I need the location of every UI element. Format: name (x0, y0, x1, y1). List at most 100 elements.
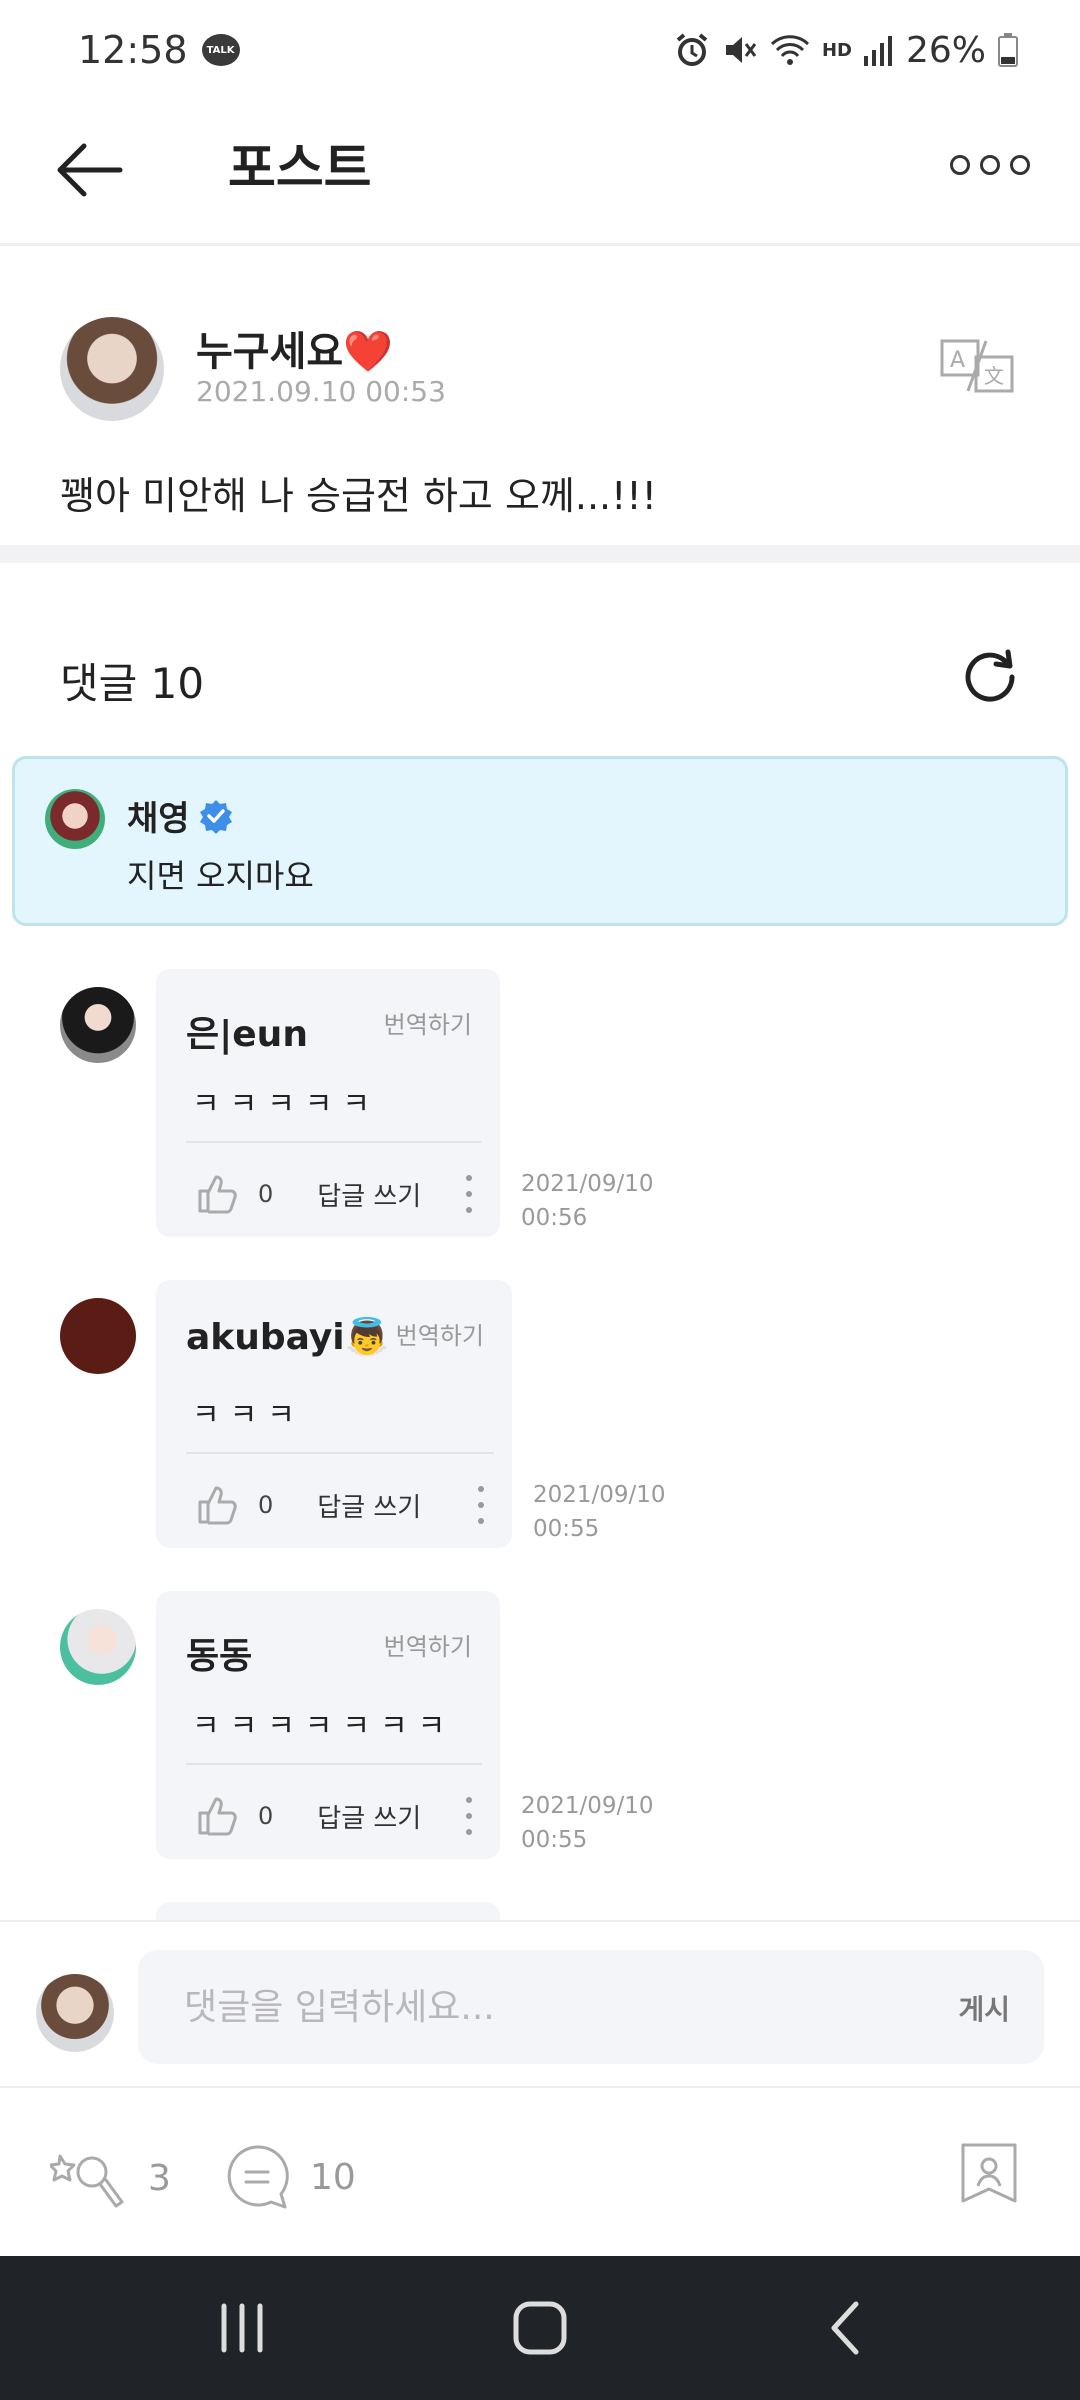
translate-link[interactable]: 번역하기 (396, 1316, 484, 1351)
more-dot-icon (950, 155, 970, 175)
kebab-dot-icon (478, 1518, 484, 1524)
bookmark-icon[interactable] (960, 2142, 1018, 2204)
reply-button[interactable]: 답글 쓰기 (317, 1798, 421, 1835)
battery-percent: 26% (905, 29, 986, 71)
comment-item: 은|eun 번역하기 ㅋㅋㅋㅋㅋ 0 답글 쓰기 2021/09/10 00:5… (0, 969, 1080, 1239)
translate-link[interactable]: 번역하기 (384, 1627, 472, 1662)
comment-date: 2021/09/10 (521, 1793, 654, 1819)
comment-count: 10 (310, 2156, 356, 2198)
comment-menu-button[interactable] (466, 1175, 474, 1213)
commenter-avatar[interactable] (60, 1298, 136, 1374)
wifi-icon (770, 35, 810, 65)
pinned-author-name: 채영 (127, 799, 190, 839)
reply-button[interactable]: 답글 쓰기 (317, 1487, 421, 1524)
kebab-dot-icon (466, 1797, 472, 1803)
comment-bubble-icon (227, 2145, 289, 2209)
comment-divider (186, 1452, 494, 1454)
back-arrow-icon (57, 143, 123, 197)
page-title: 포스트 (228, 139, 372, 199)
kebab-dot-icon (478, 1486, 484, 1492)
comment-bubble: 동동 번역하기 ㅋㅋㅋㅋㅋㅋㅋ 0 답글 쓰기 (156, 1591, 500, 1859)
hd-voice-indicator: HD (821, 39, 852, 61)
comment-timestamp: 2021/09/10 00:55 (521, 1789, 654, 1857)
status-time: 12:58 (78, 28, 188, 72)
cheer-count: 3 (148, 2157, 171, 2199)
cheer-lightstick-icon (50, 2154, 124, 2208)
kebab-dot-icon (466, 1829, 472, 1835)
post-author-name[interactable]: 누구세요❤️ (196, 319, 393, 377)
back-button[interactable] (50, 130, 130, 210)
system-back-icon[interactable] (814, 2296, 878, 2360)
comment-count-button[interactable]: 10 (222, 2142, 356, 2212)
comment-timestamp: 2021/09/10 00:56 (521, 1167, 654, 1235)
comment-date: 2021/09/10 (521, 1171, 654, 1197)
like-thumb-icon[interactable] (196, 1795, 238, 1837)
kebab-dot-icon (466, 1813, 472, 1819)
kakaotalk-notification-icon: TALK (201, 34, 240, 66)
comment-divider (186, 1763, 482, 1765)
comment-divider (186, 1141, 482, 1143)
commenter-avatar[interactable] (60, 987, 136, 1063)
like-count: 0 (258, 1802, 274, 1830)
like-count: 0 (258, 1180, 274, 1208)
pinned-comment-text: 지면 오지마요 (127, 857, 314, 895)
comment-menu-button[interactable] (478, 1486, 486, 1524)
more-dot-icon (980, 155, 1000, 175)
more-dot-icon (1010, 155, 1030, 175)
comment-item: 동동 번역하기 ㅋㅋㅋㅋㅋㅋㅋ 0 답글 쓰기 2021/09/10 00:55 (0, 1591, 1080, 1861)
cheer-button[interactable]: 3 (50, 2142, 171, 2214)
author-avatar[interactable] (60, 317, 164, 421)
comment-time: 00:55 (521, 1827, 588, 1853)
battery-icon (998, 33, 1018, 67)
comment-bubble-partial (156, 1902, 500, 1920)
commenter-name[interactable]: 동동 (186, 1627, 252, 1679)
kebab-dot-icon (466, 1207, 472, 1213)
section-divider (0, 545, 1080, 563)
svg-text:文: 文 (984, 364, 1004, 388)
post-action-bar: 3 10 (0, 2090, 1080, 2256)
svg-text:A: A (950, 348, 965, 373)
comment-text: ㅋㅋㅋㅋㅋ (192, 1087, 380, 1122)
refresh-icon[interactable] (958, 644, 1024, 710)
comment-timestamp: 2021/09/10 00:55 (533, 1478, 666, 1546)
post-comment-button[interactable]: 게시 (958, 1988, 1010, 2028)
app-header: 포스트 (0, 100, 1080, 246)
commenter-name[interactable]: 은|eun (186, 1005, 308, 1057)
comment-time: 00:56 (521, 1205, 588, 1231)
comment-text: ㅋㅋㅋㅋㅋㅋㅋ (192, 1709, 456, 1744)
translate-link[interactable]: 번역하기 (384, 1005, 472, 1040)
like-count: 0 (258, 1491, 274, 1519)
my-avatar (36, 1974, 114, 2052)
verified-badge-icon (199, 799, 232, 834)
signal-icon (863, 36, 892, 66)
post-body: 꽹아 미안해 나 승급전 하고 오께...!!! (60, 474, 657, 518)
more-options-button[interactable] (950, 150, 1030, 180)
comment-menu-button[interactable] (466, 1797, 474, 1835)
home-icon[interactable] (508, 2296, 572, 2360)
comment-input-bar: 게시 (0, 1920, 1080, 2088)
pinned-comment[interactable]: 채영 지면 오지마요 (12, 756, 1068, 926)
system-navigation-bar (0, 2256, 1080, 2400)
kebab-dot-icon (466, 1191, 472, 1197)
comment-input-box[interactable]: 게시 (138, 1950, 1044, 2064)
translate-icon[interactable]: A文 (940, 339, 1014, 393)
like-thumb-icon[interactable] (196, 1484, 238, 1526)
post-date: 2021.09.10 00:53 (196, 375, 446, 408)
commenter-name[interactable]: akubayi👼 (186, 1316, 389, 1358)
reply-button[interactable]: 답글 쓰기 (317, 1176, 421, 1213)
comment-bubble: akubayi👼 번역하기 ㅋㅋㅋ 0 답글 쓰기 (156, 1280, 512, 1548)
comment-bubble: 은|eun 번역하기 ㅋㅋㅋㅋㅋ 0 답글 쓰기 (156, 969, 500, 1237)
pinned-avatar[interactable] (45, 789, 105, 849)
kebab-dot-icon (478, 1502, 484, 1508)
comment-text: ㅋㅋㅋ (192, 1398, 305, 1433)
like-thumb-icon[interactable] (196, 1173, 238, 1215)
recent-apps-icon[interactable] (210, 2296, 274, 2360)
alarm-icon (676, 33, 708, 66)
comment-time: 00:55 (533, 1516, 600, 1542)
comment-date: 2021/09/10 (533, 1482, 666, 1508)
mute-icon (725, 37, 757, 63)
comment-input[interactable] (184, 1950, 864, 2064)
kebab-dot-icon (466, 1175, 472, 1181)
comment-item: akubayi👼 번역하기 ㅋㅋㅋ 0 답글 쓰기 2021/09/10 00:… (0, 1280, 1080, 1550)
commenter-avatar[interactable] (60, 1609, 136, 1685)
